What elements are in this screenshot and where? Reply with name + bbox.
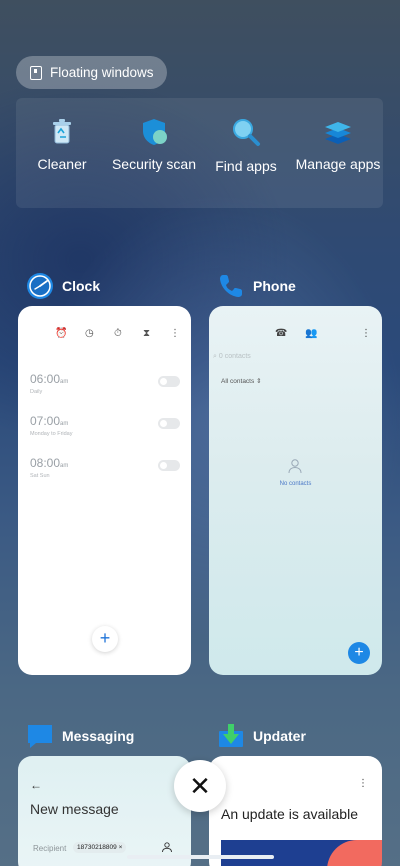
contacts-tab-icon[interactable]: 👥 [305,328,317,339]
shortcut-manage-apps-label: Manage apps [295,156,381,172]
more-menu-icon[interactable]: ⋮ [358,778,368,789]
recipient-value: 18730218809 [77,844,117,851]
trash-cleaner-icon [53,119,71,144]
updater-app-header[interactable]: Updater [217,722,306,750]
more-menu-icon[interactable]: ⋮ [361,328,371,339]
phone-app-name: Phone [253,278,296,294]
contacts-search-placeholder: 0 contacts [218,353,251,360]
floating-windows-label: Floating windows [50,65,154,80]
phone-tab-icon[interactable]: ☎ [275,328,287,339]
phone-app-icon [220,275,242,297]
alarm-row[interactable]: 08:00am Sat Sun [30,456,180,486]
shortcut-cleaner-label: Cleaner [37,156,87,172]
clock-app-card[interactable]: ⏰ ◷ ⏱ ⧗ ⋮ 06:00am Daily 07:00am Monday t… [18,306,191,675]
alarm-toggle[interactable] [158,376,180,387]
recipient-label: Recipient [33,844,67,853]
phone-tabs: ☎ 👥 ⋮ [209,328,382,342]
magnifier-icon [233,119,260,146]
messaging-app-icon [28,725,52,748]
update-available-title: An update is available [221,806,358,822]
clock-app-icon [27,273,53,299]
shortcut-manage-apps[interactable]: Manage apps [292,98,384,208]
contacts-filter-label: All contacts [221,378,255,385]
search-icon: ⌕ [213,353,217,360]
clock-app-name: Clock [62,278,101,294]
alarm-time: 08:00am [30,456,69,470]
contacts-search[interactable]: ⌕ 0 contacts [213,353,251,361]
shortcut-find-apps-label: Find apps [215,158,277,174]
world-clock-tab-icon[interactable]: ◷ [85,328,94,339]
timer-tab-icon[interactable]: ⧗ [143,328,150,339]
chevron-down-icon: ⇕ [256,378,262,385]
alarm-toggle[interactable] [158,418,180,429]
messaging-app-name: Messaging [62,728,135,744]
chip-remove-icon[interactable]: × [119,844,123,851]
person-icon [288,459,302,474]
recipient-chip[interactable]: 18730218809 × [73,842,127,853]
phone-app-header[interactable]: Phone [217,272,296,300]
more-menu-icon[interactable]: ⋮ [170,328,180,339]
clock-app-header[interactable]: Clock [26,272,100,300]
alarm-row[interactable]: 07:00am Monday to Friday [30,414,180,444]
phone-app-card[interactable]: ☎ 👥 ⋮ ⌕ 0 contacts All contacts ⇕ No con… [209,306,382,675]
alarm-repeat: Daily [30,389,43,395]
alarm-tab-icon[interactable]: ⏰ [55,328,67,339]
add-contact-icon[interactable] [161,841,173,853]
layers-icon [325,122,351,144]
clear-all-button[interactable]: ✕ [174,760,226,812]
add-contact-button[interactable]: + [348,642,370,664]
shortcuts-panel: Cleaner Security scan Find apps Manage a… [16,98,383,208]
alarm-repeat: Sat Sun [30,473,50,479]
updater-app-name: Updater [253,728,306,744]
floating-window-icon [30,65,42,80]
alarm-time: 07:00am [30,414,69,428]
shortcut-cleaner[interactable]: Cleaner [16,98,108,208]
new-message-title: New message [30,801,119,817]
messaging-app-header[interactable]: Messaging [26,722,134,750]
add-alarm-button[interactable]: + [92,626,118,652]
home-indicator[interactable] [127,855,274,859]
updater-app-icon [219,724,243,747]
contacts-filter[interactable]: All contacts ⇕ [221,377,262,385]
shortcut-security-scan[interactable]: Security scan [108,98,200,208]
messaging-app-card[interactable]: ← New message Recipient 18730218809 × [18,756,191,866]
alarm-toggle[interactable] [158,460,180,471]
shortcut-find-apps[interactable]: Find apps [200,98,292,208]
shortcut-security-scan-label: Security scan [111,156,197,172]
update-banner-image [221,840,382,866]
alarm-row[interactable]: 06:00am Daily [30,372,180,402]
updater-app-card[interactable]: ⋮ An update is available [209,756,382,866]
back-arrow-icon[interactable]: ← [30,778,42,792]
alarm-repeat: Monday to Friday [30,431,73,437]
empty-contacts-text: No contacts [279,481,312,487]
shield-icon [143,119,167,145]
clock-tabs: ⏰ ◷ ⏱ ⧗ ⋮ [18,328,191,342]
floating-windows-button[interactable]: Floating windows [16,56,167,89]
alarm-time: 06:00am [30,372,69,386]
stopwatch-tab-icon[interactable]: ⏱ [114,328,122,339]
